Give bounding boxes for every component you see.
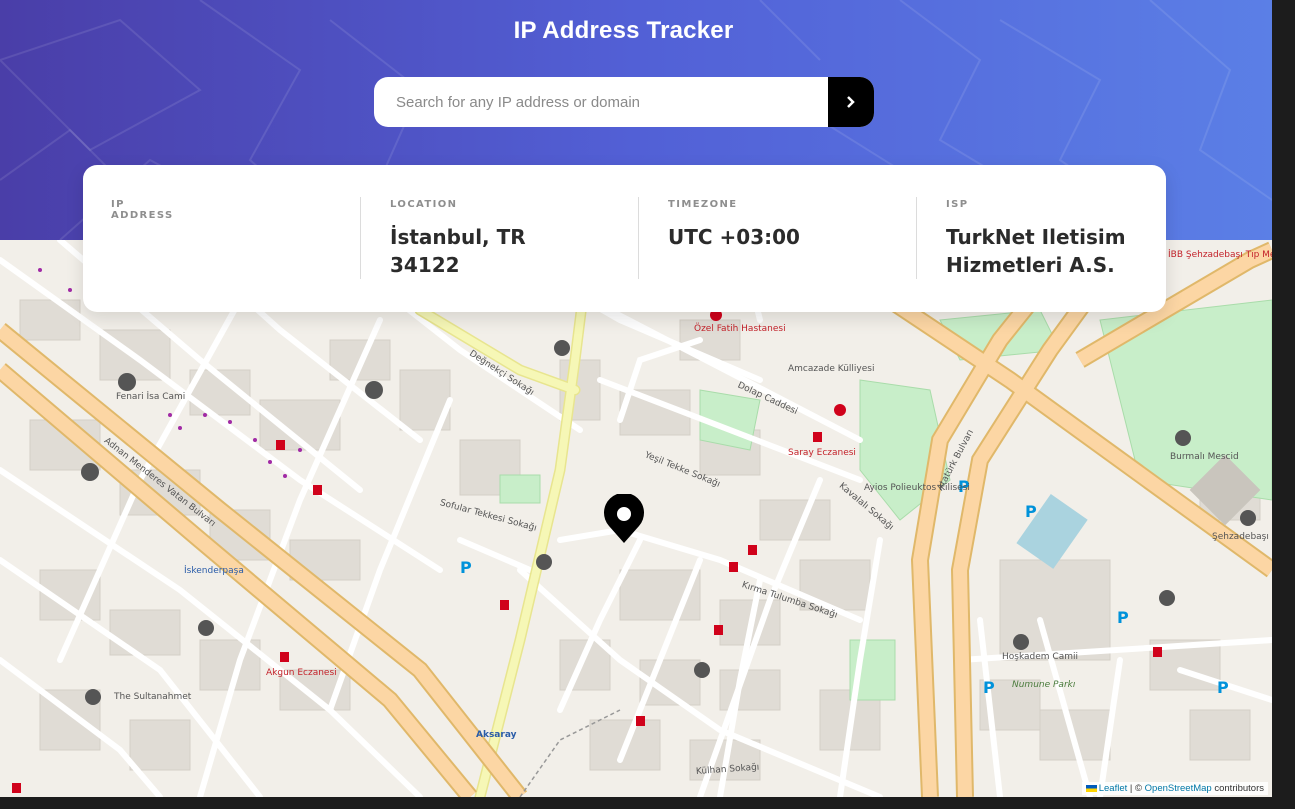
label-sultanahmet: The Sultanahmet [114,692,192,702]
divider [916,197,917,279]
ukraine-flag-icon [1085,784,1097,792]
isp-line-2: Hizmetleri A.S. [946,253,1115,277]
label-burmali: Burmalı Mescid [1170,452,1239,462]
svg-text:P: P [983,678,995,697]
label-ayios: Ayios Polieuktos Kilisesi [864,483,970,493]
location-postal: 34122 [390,253,460,277]
svg-text:P: P [1117,608,1129,627]
attribution-separator: | © [1127,783,1145,794]
ip-address-label: IP ADDRESS [111,199,174,221]
svg-text:P: P [1217,678,1229,697]
svg-text:P: P [460,558,472,577]
svg-text:P: P [1025,502,1037,521]
label-amcazade: Amcazade Külliyesi [788,364,875,374]
search-input[interactable] [374,77,828,127]
label-akgun: Akgun Eczanesi [266,668,337,678]
label-numune: Numune Parkı [1012,680,1076,690]
label-iskenderpasa: İskenderpaşa [184,566,244,576]
label-sehzadebasi: Şehzadebaşı Camii [1212,532,1272,542]
label-aksaray: Aksaray [476,730,517,740]
leaflet-link[interactable]: Leaflet [1099,783,1128,794]
location-value: İstanbul, TR 34122 [390,223,590,279]
map-attribution: Leaflet | © OpenStreetMap contributors [1081,782,1268,795]
location-city: İstanbul, TR [390,225,526,249]
label-fenari: Fenari İsa Cami [116,392,186,402]
location-pin-icon [604,492,644,543]
location-label: LOCATION [390,199,458,210]
timezone-label: TIMEZONE [668,199,738,210]
label-ibb: İBB Şehzadebaşı Tıp Merkezi [1168,250,1272,260]
attribution-contributors: contributors [1211,783,1264,794]
divider [360,197,361,279]
page: P P P P P P Değnekçi Sokağı Dolap Caddes… [0,0,1272,797]
timezone-value: UTC +03:00 [668,225,800,249]
page-title: IP Address Tracker [513,17,734,44]
divider [638,197,639,279]
window-edge [1272,0,1295,809]
openstreetmap-link[interactable]: OpenStreetMap [1145,783,1212,794]
isp-line-1: TurkNet Iletisim [946,225,1126,249]
chevron-right-icon [847,96,855,108]
label-saray-eczanesi: Saray Eczanesi [788,448,856,458]
window-edge [0,797,1295,809]
search-submit-button[interactable] [828,77,874,127]
ip-info-card: IP ADDRESS LOCATION İstanbul, TR 34122 T… [83,165,1166,312]
label-ozel-fatih: Özel Fatih Hastanesi [694,324,786,334]
label-hoskadem: Hoşkadem Camii [1002,652,1078,662]
location-marker[interactable] [603,492,645,548]
search-bar [374,77,874,127]
isp-value: TurkNet Iletisim Hizmetleri A.S. [946,223,1146,279]
isp-label: ISP [946,199,969,210]
